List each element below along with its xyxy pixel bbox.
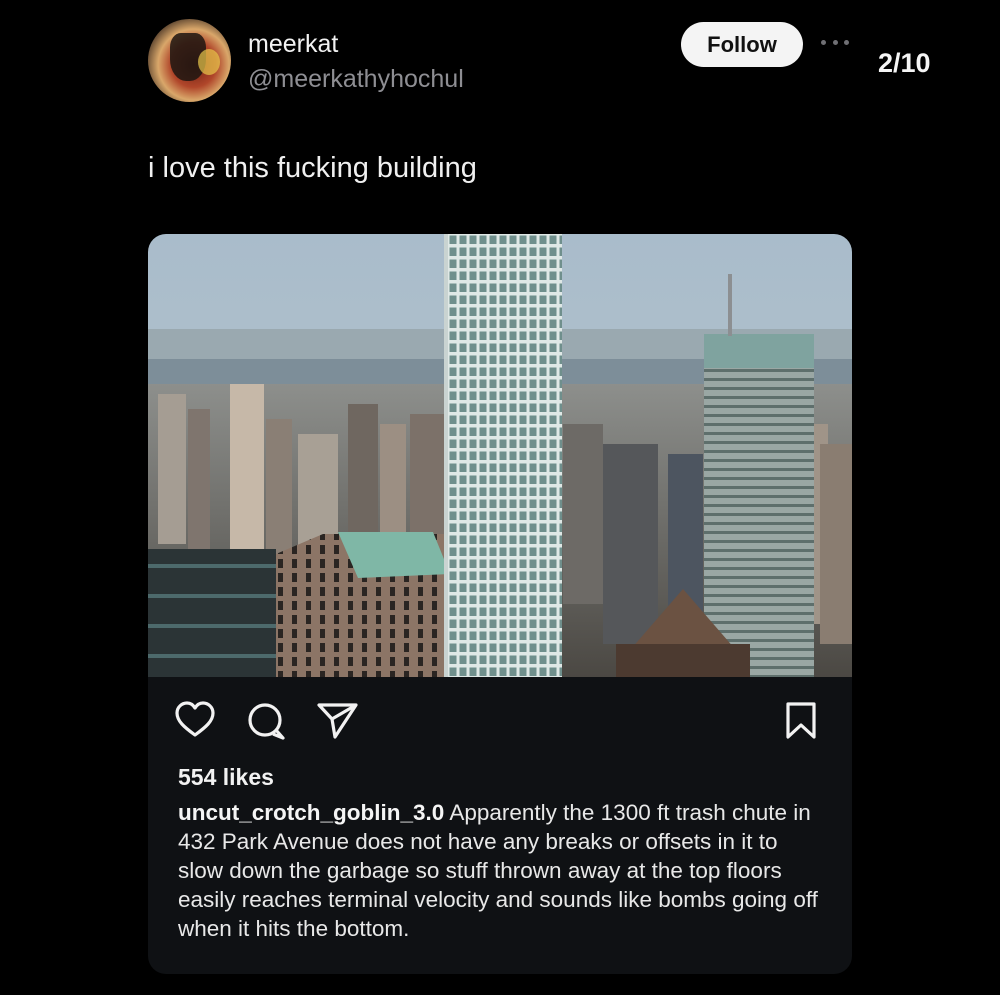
like-count[interactable]: 554 likes xyxy=(178,764,274,791)
bookmark-icon[interactable] xyxy=(784,701,818,741)
caption: uncut_crotch_goblin_3.0 Apparently the 1… xyxy=(178,798,823,943)
post-page: meerkat @meerkathyhochul Follow 2/10 i l… xyxy=(0,0,1000,995)
embedded-post-card[interactable]: 554 likes uncut_crotch_goblin_3.0 Appare… xyxy=(148,234,852,974)
page-counter: 2/10 xyxy=(878,48,931,78)
heart-icon[interactable] xyxy=(174,701,216,739)
avatar-highlight xyxy=(198,49,220,75)
post-text: i love this fucking building xyxy=(148,152,477,184)
caption-username[interactable]: uncut_crotch_goblin_3.0 xyxy=(178,800,444,825)
dot xyxy=(832,39,838,45)
user-handle[interactable]: @meerkathyhochul xyxy=(248,65,464,94)
avatar[interactable] xyxy=(148,19,231,102)
skyline-photo xyxy=(148,234,852,677)
display-name[interactable]: meerkat xyxy=(248,30,338,59)
comment-bubble-icon[interactable] xyxy=(245,701,287,741)
dot xyxy=(844,39,849,45)
dot xyxy=(821,39,826,45)
send-icon[interactable] xyxy=(316,701,360,741)
more-dots-icon[interactable] xyxy=(821,37,849,47)
follow-button[interactable]: Follow xyxy=(681,22,803,67)
